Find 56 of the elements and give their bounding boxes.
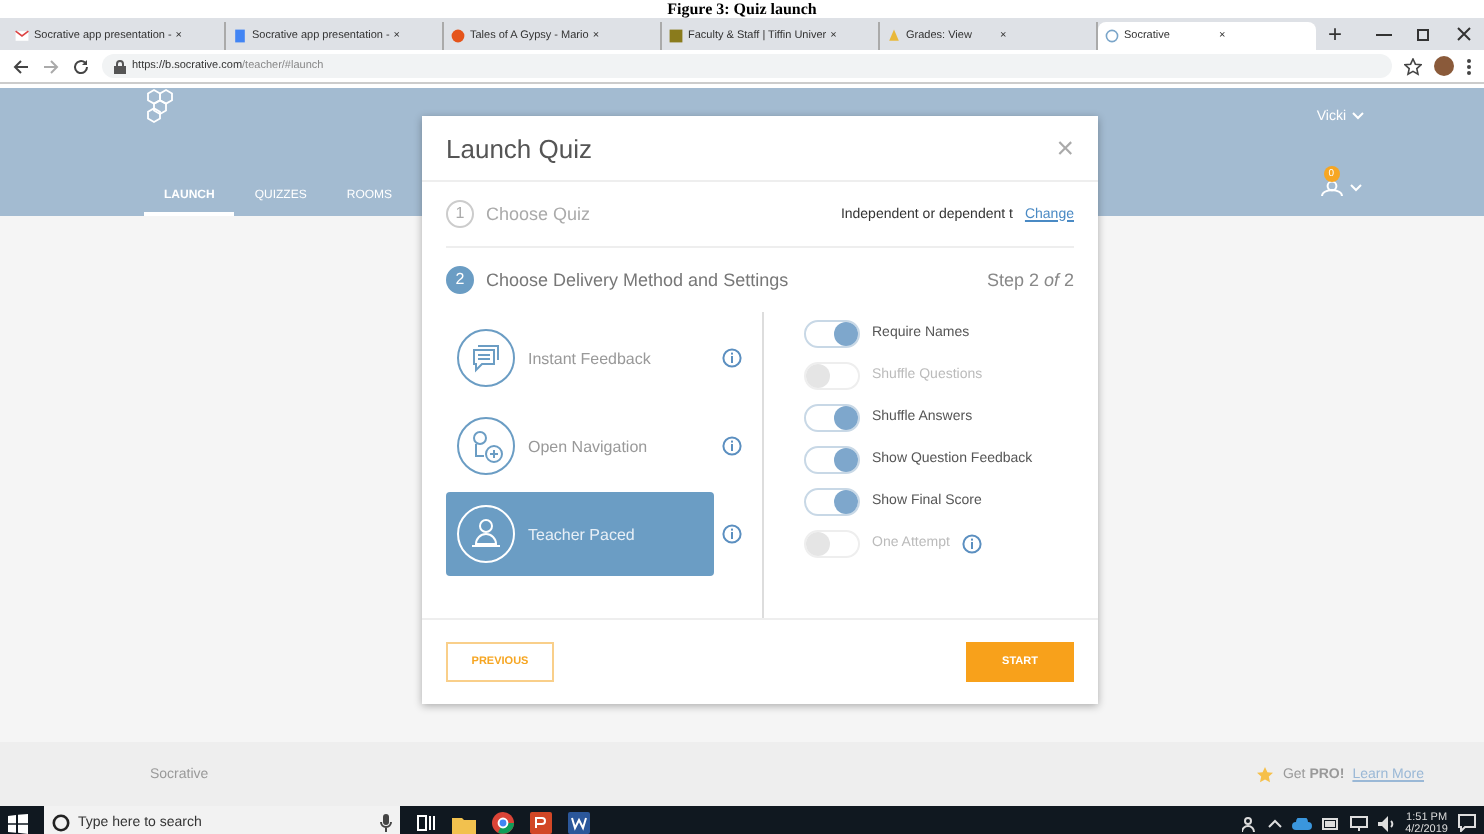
windows-start-icon[interactable]: [8, 813, 28, 833]
star-icon: [1256, 765, 1275, 783]
site-icon: [886, 28, 902, 44]
chevron-up-icon[interactable]: [1267, 818, 1282, 828]
task-view-icon[interactable]: [416, 814, 436, 832]
reload-icon[interactable]: [72, 57, 90, 75]
info-icon[interactable]: [961, 533, 982, 553]
dialog-title: Launch Quiz: [446, 133, 592, 163]
toggle-switch[interactable]: [804, 403, 860, 431]
figure-caption: Figure 3: Quiz launch: [667, 0, 817, 18]
navigation-icon: [456, 416, 516, 476]
close-icon[interactable]: [1456, 26, 1472, 42]
microphone-icon: [380, 814, 392, 832]
feedback-icon: [456, 328, 516, 388]
site-icon: [450, 28, 466, 44]
lock-icon: [114, 59, 126, 73]
cloud-icon[interactable]: [1291, 817, 1312, 829]
site-icon: [14, 28, 30, 44]
people-icon[interactable]: [1241, 815, 1258, 831]
site-icon: [232, 28, 248, 44]
chevron-down-icon: [1349, 183, 1362, 191]
site-icon: [1104, 28, 1120, 44]
method-label: Open Navigation: [528, 437, 648, 455]
method-label: Instant Feedback: [528, 349, 651, 367]
step-label: Choose Quiz: [486, 204, 593, 224]
speaker-icon[interactable]: [1377, 815, 1396, 831]
teacher-icon: [456, 504, 516, 564]
battery-icon[interactable]: [1321, 817, 1340, 829]
step-number: 2: [446, 266, 474, 294]
toggle-switch[interactable]: [804, 445, 860, 473]
step-number: 1: [446, 200, 474, 228]
toggle-switch[interactable]: [804, 487, 860, 515]
back-icon[interactable]: [12, 57, 30, 75]
method-label: Teacher Paced: [528, 525, 635, 543]
network-icon[interactable]: [1349, 815, 1368, 831]
cortana-circle-icon: [52, 814, 70, 832]
browser-icon[interactable]: [492, 812, 514, 834]
chevron-down-icon: [1352, 112, 1364, 120]
step-label: Choose Delivery Method and Settings: [486, 270, 791, 290]
info-icon[interactable]: [722, 436, 742, 456]
slides-app-icon[interactable]: [530, 812, 552, 834]
step-counter-text: Step 2 of 2: [986, 270, 1074, 290]
star-icon[interactable]: [1404, 57, 1422, 75]
toggle-switch[interactable]: [804, 319, 860, 347]
notifications-icon[interactable]: [1458, 814, 1476, 832]
toggle-switch[interactable]: [804, 361, 860, 389]
folder-icon[interactable]: [452, 813, 476, 833]
restore-icon[interactable]: [1416, 26, 1432, 42]
new-tab-button[interactable]: +: [1328, 20, 1343, 48]
menu-icon[interactable]: [1466, 57, 1472, 75]
site-icon: [668, 28, 684, 44]
toggle-switch[interactable]: [804, 529, 860, 557]
info-icon[interactable]: [722, 524, 742, 544]
document-app-icon[interactable]: [568, 812, 590, 834]
info-icon[interactable]: [722, 348, 742, 368]
avatar-icon[interactable]: [1434, 56, 1454, 76]
